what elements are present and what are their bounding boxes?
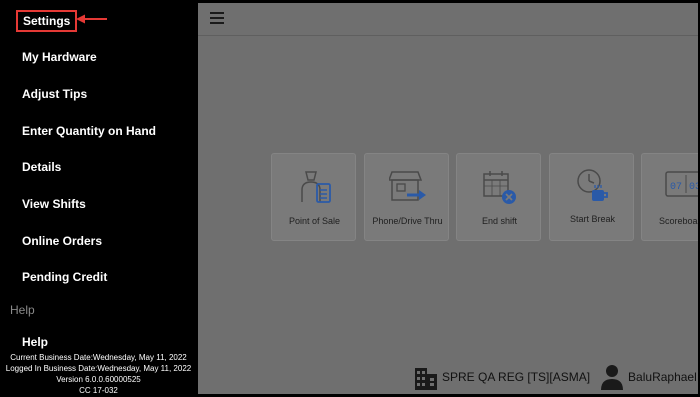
tile-scoreboard[interactable]: 07 03 Scoreboa xyxy=(641,153,698,241)
sidebar-item-view-shifts[interactable]: View Shifts xyxy=(22,197,86,211)
tile-label: Point of Sale xyxy=(288,216,341,226)
sidebar-item-adjust-tips[interactable]: Adjust Tips xyxy=(22,87,87,101)
cc-text: CC 17-032 xyxy=(79,386,118,395)
store-name-text: SPRE QA REG [TS][ASMA] xyxy=(442,370,591,384)
tile-end-shift[interactable]: End shift xyxy=(456,153,541,241)
user-name-text: BaluRaphael xyxy=(628,370,697,384)
main-content-overlay: Point of Sale Phone/Drive Thru End shift xyxy=(198,3,698,394)
version-text: Version 6.0.0.60000525 xyxy=(56,375,141,384)
status-bar: SPRE QA REG [TS][ASMA] BaluRaphael xyxy=(414,362,697,392)
sidebar-item-online-orders[interactable]: Online Orders xyxy=(22,234,102,248)
tile-point-of-sale[interactable]: Point of Sale xyxy=(271,153,356,241)
business-date-text: Current Business Date:Wednesday, May 11,… xyxy=(10,353,187,362)
user-icon xyxy=(601,365,624,390)
storefront-icon xyxy=(389,171,426,201)
tile-label: Start Break xyxy=(569,214,616,224)
section-heading-help: Help xyxy=(10,303,35,317)
tile-label: End shift xyxy=(481,216,518,226)
clock-coffee-icon xyxy=(577,169,608,201)
sidebar-item-enter-quantity[interactable]: Enter Quantity on Hand xyxy=(22,124,156,138)
logged-in-date-text: Logged In Business Date:Wednesday, May 1… xyxy=(5,364,192,373)
tile-phone-drive-thru[interactable]: Phone/Drive Thru xyxy=(364,153,449,241)
tile-label: Phone/Drive Thru xyxy=(372,216,443,226)
svg-text:03: 03 xyxy=(689,182,698,193)
cashier-icon xyxy=(301,171,331,203)
building-icon xyxy=(415,368,437,390)
tile-start-break[interactable]: Start Break xyxy=(549,153,634,241)
scoreboard-icon: 07 03 xyxy=(665,171,698,197)
svg-text:07: 07 xyxy=(670,182,682,193)
sidebar-item-details[interactable]: Details xyxy=(22,160,61,174)
tile-label: Scoreboa xyxy=(659,216,698,226)
top-bar xyxy=(198,3,698,36)
sidebar-item-settings[interactable]: Settings xyxy=(16,10,78,32)
calendar-close-icon xyxy=(483,171,516,204)
annotation-arrow-icon xyxy=(76,14,107,24)
navigation-drawer: Settings My Hardware Adjust Tips Enter Q… xyxy=(0,0,197,397)
hamburger-menu-icon[interactable] xyxy=(210,12,224,24)
sidebar-item-help[interactable]: Help xyxy=(22,335,48,349)
app-info-footer: Current Business Date:Wednesday, May 11,… xyxy=(0,352,197,396)
sidebar-item-my-hardware[interactable]: My Hardware xyxy=(22,50,97,64)
sidebar-item-pending-credit[interactable]: Pending Credit xyxy=(22,270,107,284)
